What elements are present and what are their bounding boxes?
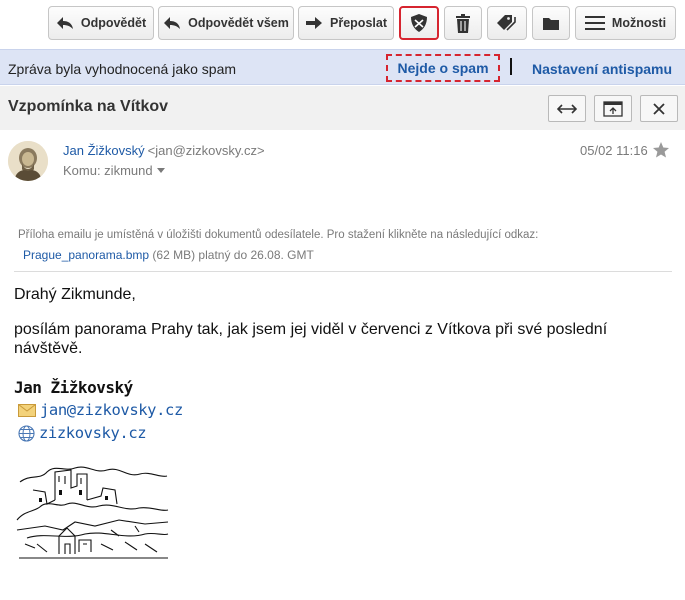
sender-email: <jan@zizkovsky.cz> bbox=[147, 143, 265, 158]
not-spam-link[interactable]: Nejde o spam bbox=[386, 54, 500, 82]
close-icon bbox=[653, 102, 665, 115]
antispam-settings-link[interactable]: Nastavení antispamu bbox=[532, 61, 672, 77]
signature-name: Jan Žižkovský bbox=[14, 378, 133, 397]
sender[interactable]: Jan Žižkovský <jan@zizkovsky.cz> bbox=[63, 143, 265, 158]
attachment-notice: Příloha emailu je umístěná v úložišti do… bbox=[18, 229, 539, 241]
spam-message: Zpráva byla vyhodnocená jako spam bbox=[8, 61, 237, 77]
signature-web-row: zizkovsky.cz bbox=[18, 424, 147, 442]
email-paragraph: posílám panorama Prahy tak, jak jsem jej… bbox=[14, 321, 608, 357]
expand-width-button[interactable] bbox=[548, 95, 586, 122]
trash-icon bbox=[456, 13, 470, 33]
forward-arrow-icon bbox=[306, 17, 323, 29]
tag-icon bbox=[497, 15, 516, 31]
email-greeting: Drahý Zikmunde, bbox=[14, 286, 136, 303]
signature-email-link[interactable]: jan@zizkovsky.cz bbox=[40, 401, 183, 419]
attachment-details: (62 MB) platný do 26.08. GMT bbox=[149, 248, 314, 262]
more-options-label: Možnosti bbox=[611, 16, 667, 30]
spam-button[interactable] bbox=[399, 6, 439, 40]
more-options-button[interactable]: Možnosti bbox=[575, 6, 676, 40]
spam-notice-bar: Zpráva byla vyhodnocená jako spam Nejde … bbox=[0, 49, 685, 85]
reply-all-button[interactable]: Odpovědět všem bbox=[158, 6, 294, 40]
avatar bbox=[8, 141, 48, 181]
forward-label: Přeposlat bbox=[330, 16, 387, 30]
close-button[interactable] bbox=[640, 95, 678, 122]
horizontal-arrows-icon bbox=[557, 103, 577, 114]
move-to-folder-button[interactable] bbox=[532, 6, 570, 40]
envelope-icon bbox=[18, 403, 36, 417]
castle-sketch-image bbox=[16, 466, 169, 559]
subject-bar: Vzpomínka na Vítkov bbox=[0, 86, 685, 130]
delete-button[interactable] bbox=[444, 6, 482, 40]
forward-button[interactable]: Přeposlat bbox=[298, 6, 394, 40]
email-date: 05/02 11:16 bbox=[580, 143, 648, 158]
shield-icon bbox=[411, 14, 427, 32]
attachment-link[interactable]: Prague_panorama.bmp bbox=[23, 248, 149, 262]
email-subject: Vzpomínka na Vítkov bbox=[8, 98, 169, 115]
toolbar: Odpovědět Odpovědět všem Přeposlat Možno… bbox=[0, 0, 685, 48]
divider bbox=[14, 271, 672, 272]
signature-website-link[interactable]: zizkovsky.cz bbox=[39, 424, 147, 442]
new-window-icon bbox=[603, 100, 623, 117]
portrait-image bbox=[8, 141, 48, 181]
star-icon[interactable] bbox=[652, 141, 670, 159]
recipients[interactable]: Komu: zikmund bbox=[63, 163, 165, 178]
reply-label: Odpovědět bbox=[80, 16, 147, 30]
globe-icon bbox=[18, 424, 35, 442]
open-in-window-button[interactable] bbox=[594, 95, 632, 122]
menu-icon bbox=[584, 16, 605, 30]
reply-all-icon bbox=[164, 17, 181, 29]
folder-icon bbox=[543, 17, 559, 30]
reply-icon bbox=[56, 17, 73, 29]
signature-email-row: jan@zizkovsky.cz bbox=[18, 401, 183, 419]
attachment-line: Prague_panorama.bmp (62 MB) platný do 26… bbox=[23, 248, 314, 262]
separator bbox=[510, 58, 512, 75]
label-button[interactable] bbox=[487, 6, 527, 40]
recipient-label: Komu: zikmund bbox=[63, 163, 153, 178]
reply-button[interactable]: Odpovědět bbox=[48, 6, 154, 40]
reply-all-label: Odpovědět všem bbox=[188, 16, 289, 30]
sender-name: Jan Žižkovský bbox=[63, 143, 145, 158]
caret-down-icon bbox=[156, 168, 165, 173]
